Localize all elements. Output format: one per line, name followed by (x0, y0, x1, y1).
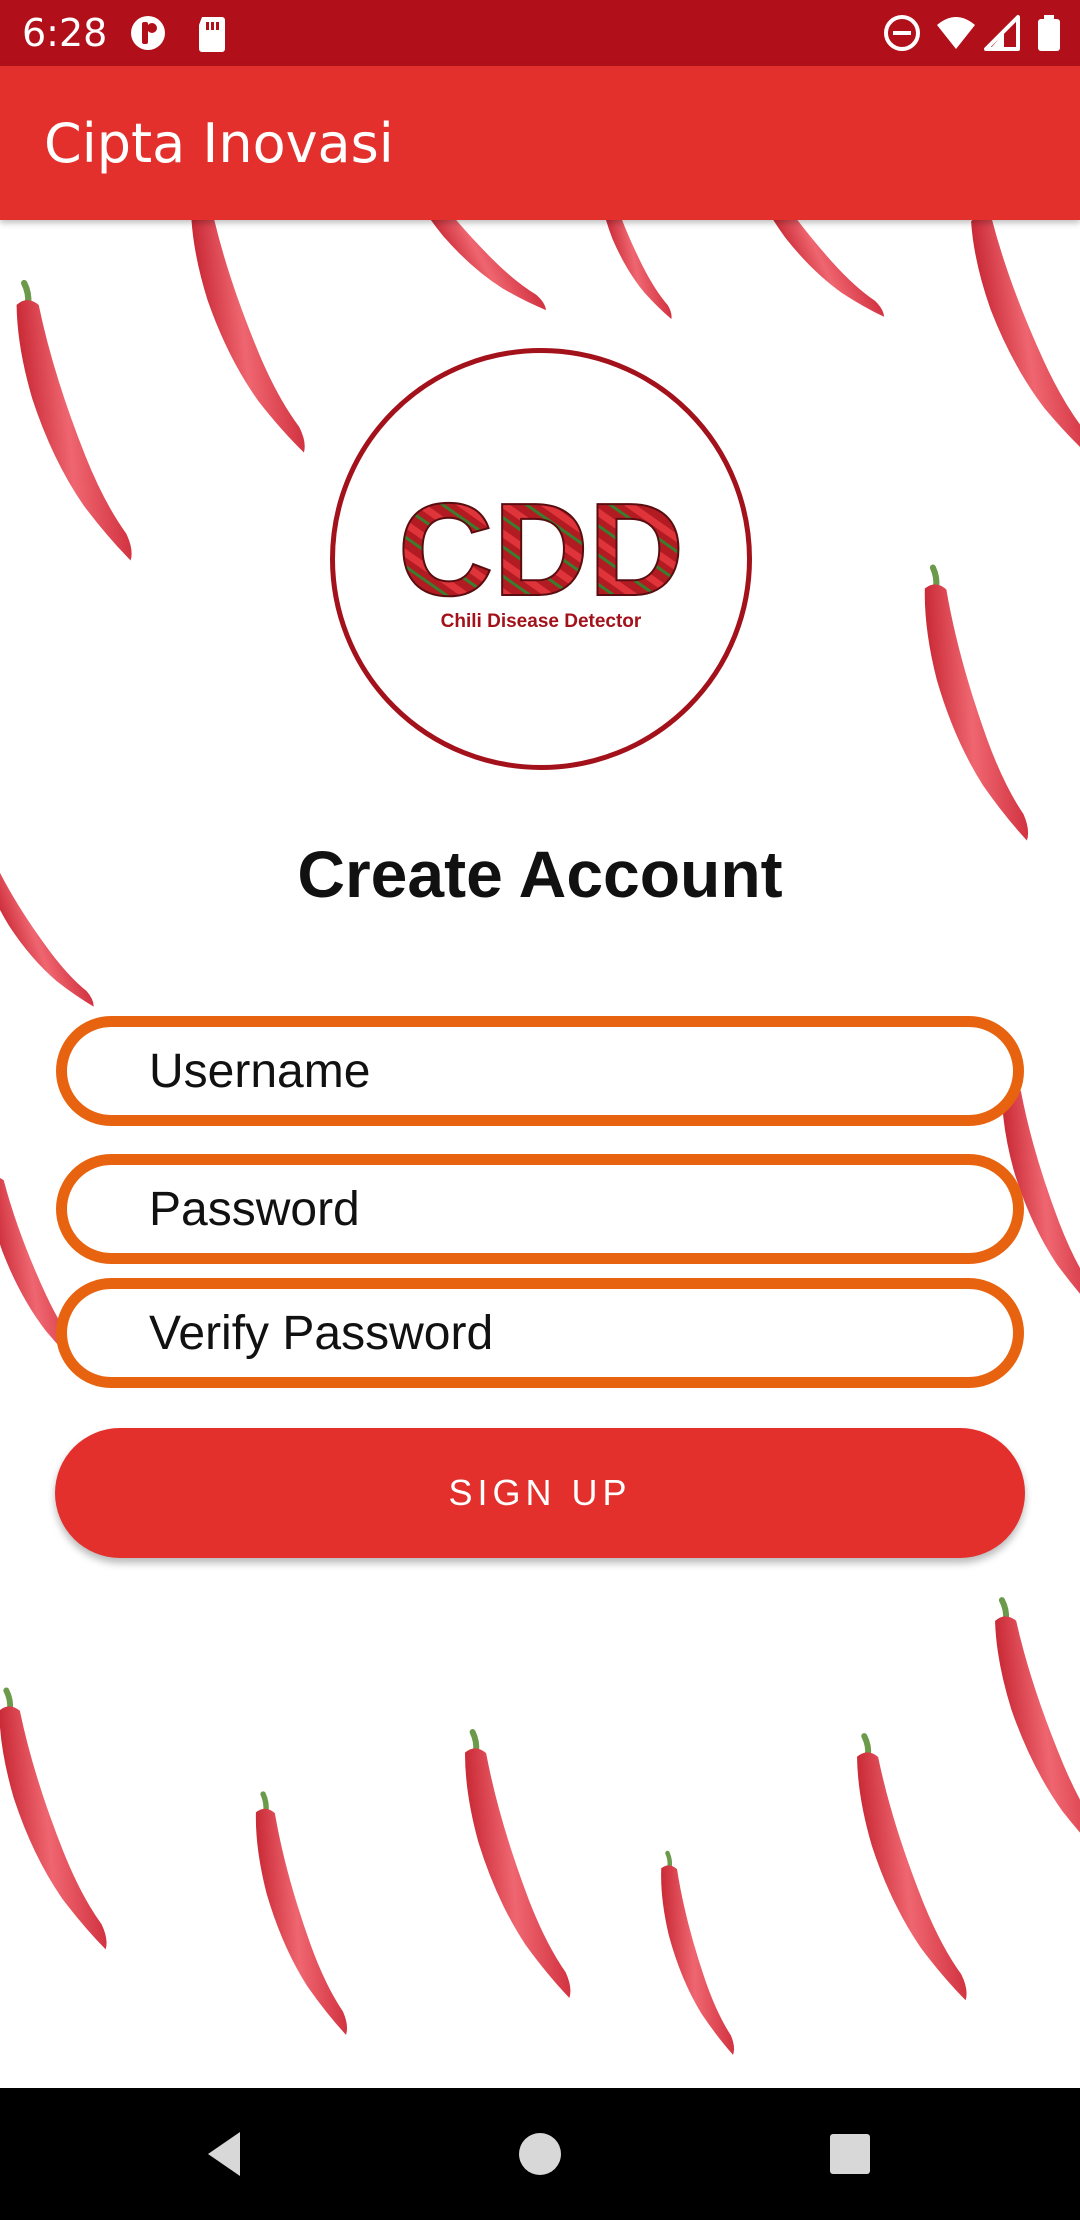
status-bar: 6:28 (0, 0, 1080, 66)
chili-decoration (14, 276, 132, 569)
app-logo: CDD Chili Disease Detector (330, 348, 752, 770)
logo-caption: Chili Disease Detector (440, 611, 642, 632)
chili-decoration (923, 563, 1028, 845)
chili-decoration (402, 220, 547, 339)
cell-signal-icon (984, 15, 1020, 51)
do-not-disturb-icon (884, 15, 920, 51)
battery-icon (1038, 15, 1060, 51)
chili-decoration (968, 220, 1080, 471)
system-nav-bar (0, 2088, 1080, 2220)
chili-decoration (188, 220, 305, 462)
recents-icon[interactable] (820, 2124, 880, 2184)
chili-decoration (596, 220, 674, 330)
wifi-icon (937, 17, 975, 49)
app-notification-icon (131, 16, 165, 50)
verify-password-input[interactable] (147, 1304, 971, 1362)
app-bar: Cipta Inovasi (0, 66, 1080, 220)
chili-decoration (748, 220, 885, 343)
status-time: 6:28 (22, 11, 108, 55)
home-icon[interactable] (510, 2124, 570, 2184)
chili-decoration (463, 1726, 571, 2004)
sign-up-button[interactable]: SIGN UP (55, 1428, 1025, 1558)
password-input[interactable] (147, 1180, 971, 1238)
chili-decoration (0, 1684, 107, 1957)
chili-decoration (660, 1851, 734, 2057)
username-input[interactable] (147, 1042, 971, 1100)
chili-decoration (254, 1790, 347, 2039)
cdd-logo-mark: CDD (397, 475, 685, 624)
password-field[interactable] (56, 1154, 1024, 1264)
username-field[interactable] (56, 1016, 1024, 1126)
app-title: Cipta Inovasi (44, 112, 394, 175)
page-title: Create Account (297, 837, 783, 911)
logo-acronym: CDD (398, 476, 684, 623)
chili-decoration (855, 1729, 968, 2008)
back-icon[interactable] (196, 2124, 256, 2184)
chili-decoration (992, 1592, 1080, 1872)
sd-card-icon (199, 17, 225, 52)
verify-password-field[interactable] (56, 1278, 1024, 1388)
